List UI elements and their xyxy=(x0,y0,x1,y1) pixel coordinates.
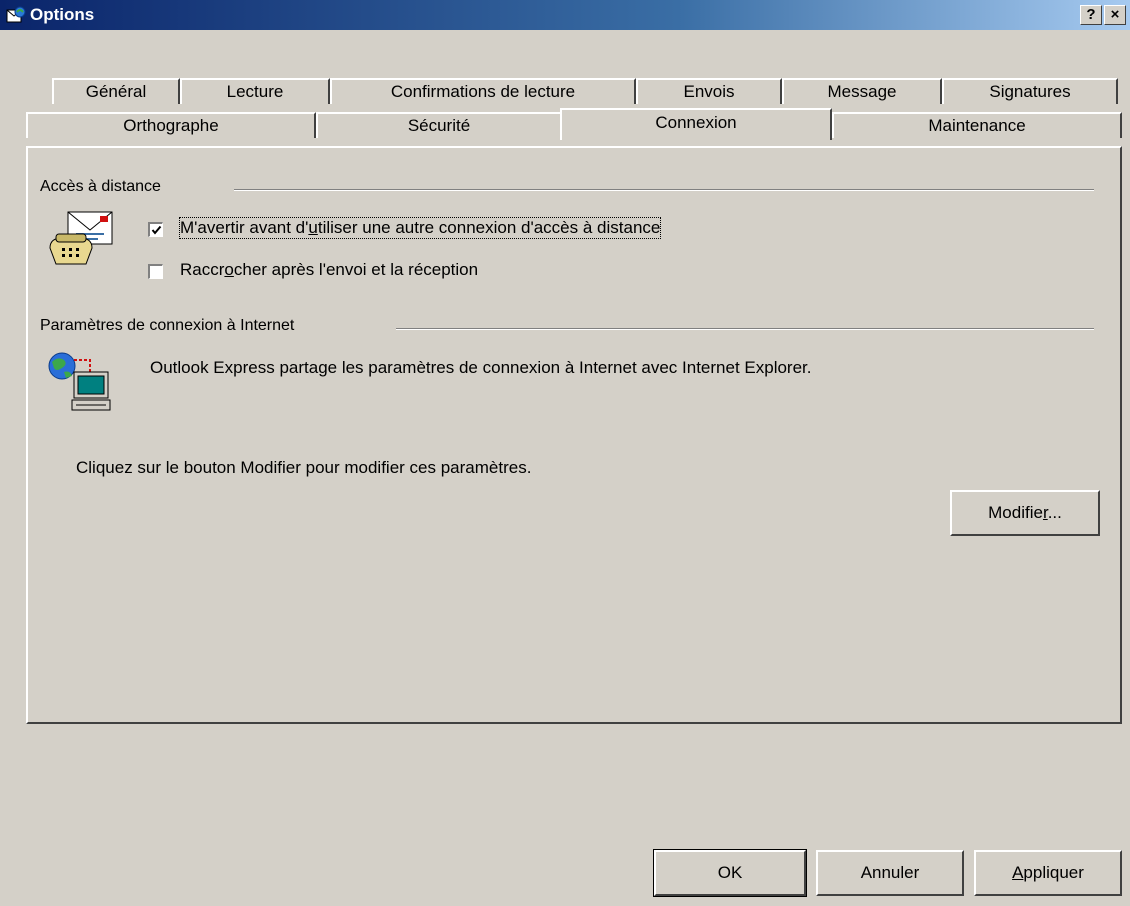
warn-dialup-label[interactable]: M'avertir avant d'utiliser une autre con… xyxy=(178,217,662,239)
tab-panel-connexion: Accès à distance M'avertir avant d'utili… xyxy=(26,146,1122,724)
close-button[interactable]: × xyxy=(1104,5,1126,25)
internet-group-label: Paramètres de connexion à Internet xyxy=(40,317,303,335)
tab-connexion[interactable]: Connexion xyxy=(560,108,832,140)
cancel-button[interactable]: Annuler xyxy=(816,850,964,896)
help-button[interactable]: ? xyxy=(1080,5,1102,25)
modify-button[interactable]: Modifier... xyxy=(950,490,1100,536)
apply-button[interactable]: Appliquer xyxy=(974,850,1122,896)
modify-hint-text: Cliquez sur le bouton Modifier pour modi… xyxy=(76,458,532,477)
internet-description: Outlook Express partage les paramètres d… xyxy=(150,358,812,377)
hangup-checkbox[interactable] xyxy=(148,264,163,279)
hangup-label[interactable]: Raccrocher après l'envoi et la réception xyxy=(180,260,478,280)
tab-signatures[interactable]: Signatures xyxy=(942,78,1118,104)
dialup-phone-icon xyxy=(49,211,113,265)
tab-envois[interactable]: Envois xyxy=(636,78,782,104)
tab-confirmations[interactable]: Confirmations de lecture xyxy=(330,78,636,104)
tab-securite[interactable]: Sécurité xyxy=(316,112,562,138)
tab-message[interactable]: Message xyxy=(782,78,942,104)
internet-computer-icon xyxy=(48,352,111,411)
dialup-group-label: Accès à distance xyxy=(40,178,169,196)
internet-group-line xyxy=(396,328,1094,330)
ok-button[interactable]: OK xyxy=(653,849,807,897)
tab-general[interactable]: Général xyxy=(52,78,180,104)
checkmark-icon xyxy=(151,225,162,235)
tab-maintenance[interactable]: Maintenance xyxy=(832,112,1122,138)
dialup-group-line xyxy=(234,189,1094,191)
title-bar: Options ? × xyxy=(0,0,1130,30)
tab-orthographe[interactable]: Orthographe xyxy=(26,112,316,138)
tab-lecture[interactable]: Lecture xyxy=(180,78,330,104)
window-title: Options xyxy=(30,5,95,24)
outlook-express-app-icon xyxy=(6,6,26,23)
warn-dialup-checkbox[interactable] xyxy=(148,222,163,237)
